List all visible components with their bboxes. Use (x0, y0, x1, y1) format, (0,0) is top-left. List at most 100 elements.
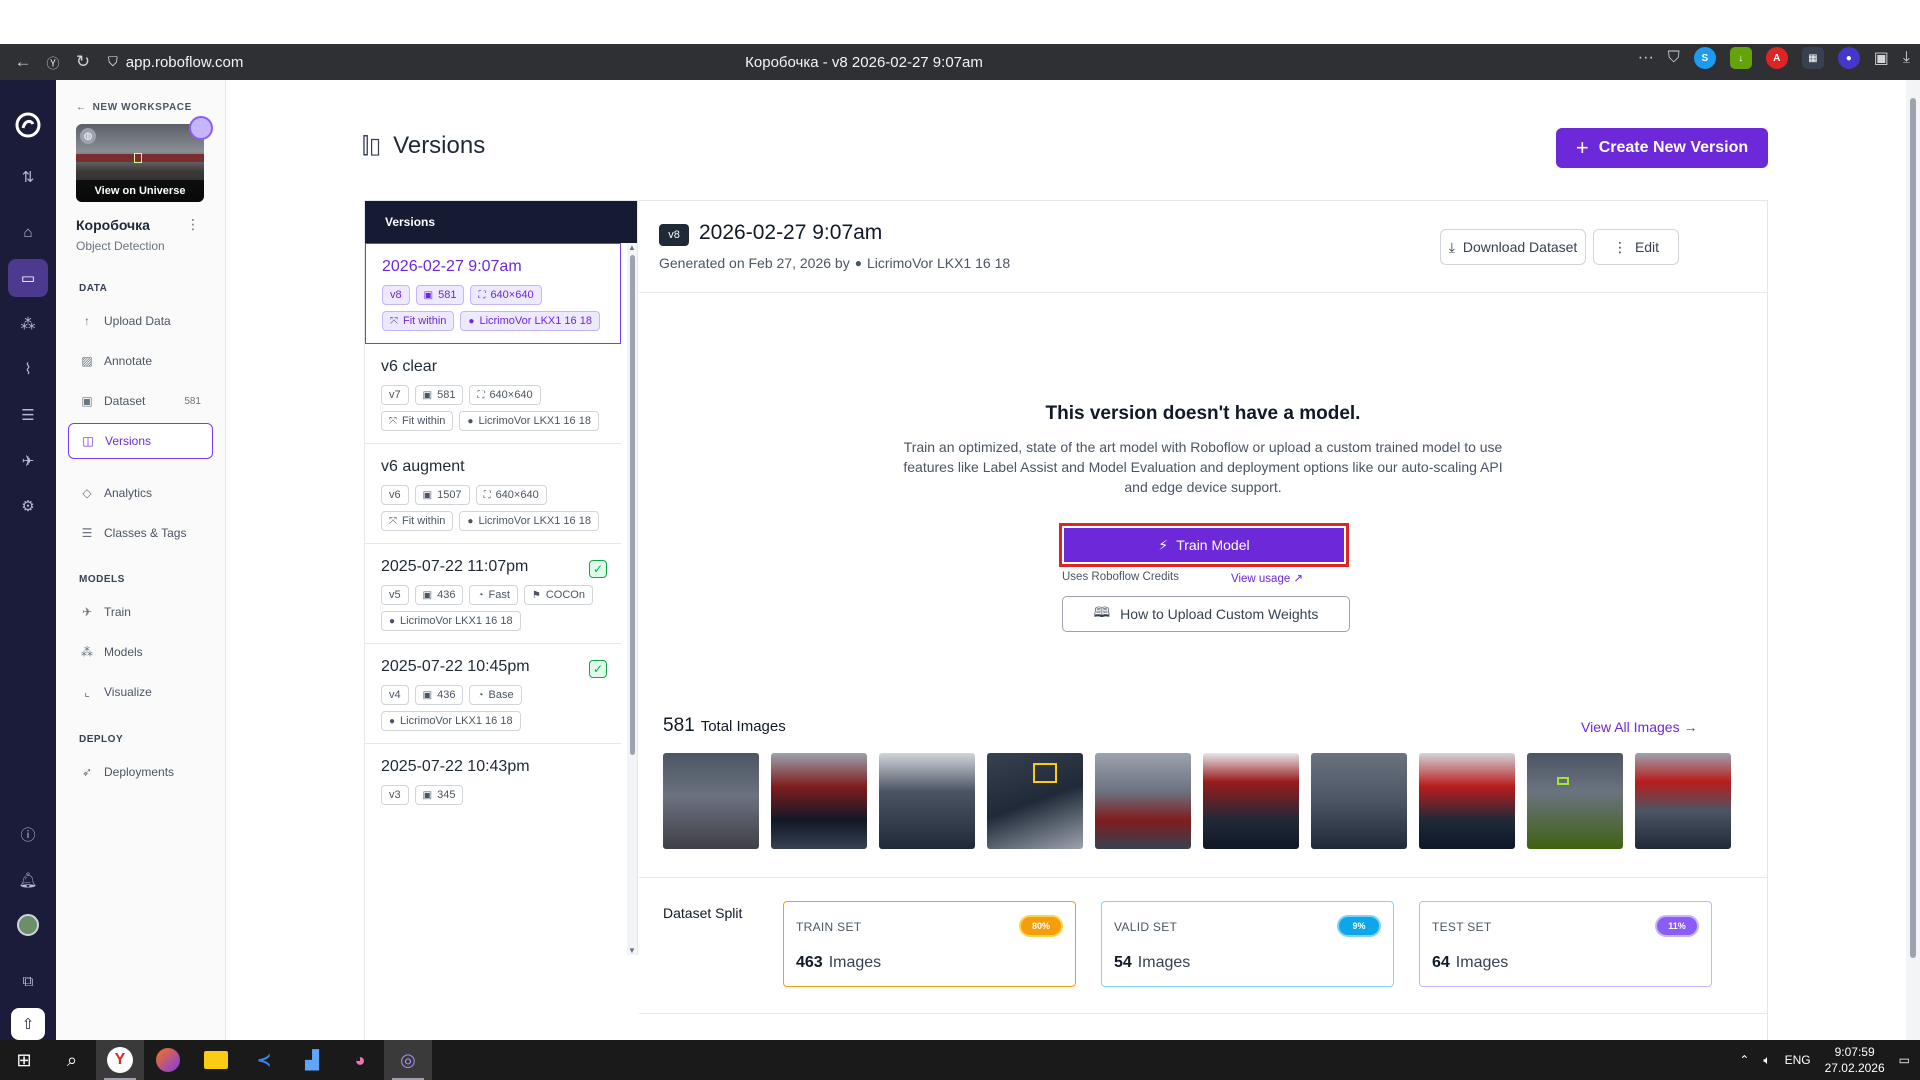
section-data: DATA (79, 283, 108, 294)
yandex-icon[interactable]: Ⓨ (38, 47, 68, 77)
extension-icon-2[interactable]: ● (1837, 47, 1860, 69)
tray-chevron-icon[interactable]: ⌃ (1739, 1053, 1749, 1067)
image-thumbnail[interactable] (1635, 753, 1731, 849)
docs-icon[interactable]: ⧉ (8, 962, 48, 1000)
user-avatar[interactable] (8, 907, 48, 945)
image-thumbnail[interactable] (879, 753, 975, 849)
windows-start-icon[interactable]: ⊞ (0, 1040, 48, 1080)
image-thumbnail[interactable] (1419, 753, 1515, 849)
scroll-down-icon[interactable]: ▼ (628, 946, 636, 955)
site-info-icon[interactable]: ⛉ (108, 54, 118, 70)
version-name: v6 clear (381, 358, 438, 375)
sidebar-item-dataset[interactable]: ▣ Dataset 581 (68, 383, 213, 419)
language-indicator[interactable]: ENG (1785, 1053, 1811, 1067)
download-extension-icon[interactable]: ↓ (1729, 47, 1752, 69)
scrollbar-thumb[interactable] (630, 255, 635, 755)
version-card-v7[interactable]: v6 clear v7 ▣ 581 ⛶ 640×640 ⤧ Fit within ● L… (365, 344, 621, 444)
image-thumbnail[interactable] (1311, 753, 1407, 849)
project-sidebar: ← NEW WORKSPACE ◍ View on Universe Короб… (56, 80, 226, 1040)
project-thumbnail[interactable]: ◍ View on Universe (76, 124, 204, 202)
sidebar-item-models[interactable]: ⁂ Models (68, 634, 213, 670)
globe-icon: ◍ (80, 128, 96, 144)
sidebar-item-visualize[interactable]: ⌞ Visualize (68, 674, 213, 710)
sidebar-item-versions[interactable]: ◫ Versions (68, 423, 213, 459)
version-name: v6 augment (381, 458, 465, 475)
app-icon[interactable]: ◎ (384, 1040, 432, 1080)
sidebar-item-classes-tags[interactable]: ☰ Classes & Tags (68, 515, 213, 551)
resize-icon: ⛶ (477, 389, 485, 401)
sidebar-item-upload-data[interactable]: ↑ Upload Data (68, 303, 213, 339)
abp-extension-icon[interactable]: A (1765, 47, 1788, 69)
extension-icon[interactable]: ▦ (1801, 47, 1824, 69)
train-model-button[interactable]: ⚡︎ Train Model (1064, 528, 1344, 562)
image-thumbnail[interactable] (987, 753, 1083, 849)
version-card-v6[interactable]: v6 augment v6 ▣ 1507 ⛶ 640×640 ⤧ Fit within… (365, 444, 621, 544)
home-icon[interactable]: ⌂ (8, 213, 48, 251)
bookmark-icon[interactable]: ⛉ (1668, 49, 1680, 67)
monitoring-icon[interactable]: ⌇ (8, 350, 48, 388)
help-icon[interactable]: ⓘ (8, 815, 48, 853)
notifications-icon[interactable]: 🔔︎ (8, 861, 48, 899)
view-usage-link[interactable]: View usage ↗ (1231, 571, 1303, 585)
test-set-card: TEST SET 11% 64 Images (1419, 901, 1712, 987)
switch-icon[interactable]: ⇅ (8, 158, 48, 196)
download-dataset-button[interactable]: ⤓ Download Dataset (1440, 229, 1586, 265)
sidebar-item-train[interactable]: ✈ Train (68, 594, 213, 630)
more-icon[interactable]: ··· (1638, 49, 1654, 67)
image-thumbnail[interactable] (771, 753, 867, 849)
back-arrow-icon[interactable]: ← (8, 47, 38, 77)
notifications-tray-icon[interactable]: ▭ (1899, 1053, 1910, 1067)
version-card-v3[interactable]: 2025-07-22 10:43pm v3 ▣ 345 (365, 744, 621, 817)
deployments-rail-icon[interactable]: ☰ (8, 396, 48, 434)
version-card-v5[interactable]: 2025-07-22 11:07pm ✓ v5 ▣ 436 ◔ Fast ⚑ COCO… (365, 544, 621, 644)
vscode-icon[interactable]: ≺ (240, 1040, 288, 1080)
roboflow-logo-icon[interactable] (8, 106, 48, 144)
sidebar-item-deployments[interactable]: ➶ Deployments (68, 754, 213, 790)
version-card-v4[interactable]: 2025-07-22 10:45pm ✓ v4 ▣ 436 ◔ Base ● Licr… (365, 644, 621, 744)
clock[interactable]: 9:07:59 27.02.2026 (1825, 1044, 1885, 1076)
file-explorer-icon[interactable] (192, 1040, 240, 1080)
images-chip: ▣ 581 (415, 285, 465, 305)
scroll-up-icon[interactable]: ▲ (628, 243, 636, 252)
image-thumbnail[interactable] (1095, 753, 1191, 849)
sidebar-item-analytics[interactable]: ◇ Analytics (68, 475, 213, 511)
sidebar-item-annotate[interactable]: ▨ Annotate (68, 343, 213, 379)
view-all-images-link[interactable]: View All Images → (1581, 719, 1697, 735)
upload-rail-icon[interactable]: ⇧ (11, 1007, 45, 1040)
back-to-workspace-link[interactable]: ← NEW WORKSPACE (76, 102, 192, 113)
firefox-icon[interactable] (144, 1040, 192, 1080)
projects-icon[interactable]: ▭ (8, 259, 48, 297)
charts-app-icon[interactable]: ▟ (288, 1040, 336, 1080)
version-list-scrollbar[interactable]: ▲ ▼ (627, 243, 637, 955)
page-scrollbar-thumb[interactable] (1910, 98, 1916, 958)
image-thumbnail[interactable] (1203, 753, 1299, 849)
create-new-version-button[interactable]: + Create New Version (1556, 128, 1768, 168)
reload-icon[interactable]: ↻ (68, 47, 98, 77)
workflows-icon[interactable]: ⁂ (8, 305, 48, 343)
volume-icon[interactable]: 🔈︎ (1763, 1053, 1770, 1068)
speed-icon: ◔ (477, 589, 484, 601)
shazam-extension-icon[interactable]: S (1693, 47, 1716, 69)
palette-app-icon[interactable]: ◕ (336, 1040, 384, 1080)
edit-button[interactable]: ⋮ Edit (1593, 229, 1679, 265)
kebab-menu-icon[interactable]: ⋮ (186, 216, 200, 233)
lightning-icon: ⚡︎ (1158, 536, 1169, 553)
search-icon[interactable]: ⌕ (48, 1040, 96, 1080)
image-thumbnail[interactable] (663, 753, 759, 849)
image-icon: ▣ (422, 489, 433, 501)
view-on-universe-label[interactable]: View on Universe (76, 180, 204, 202)
downloads-icon[interactable]: ⤓ (1903, 49, 1910, 67)
upload-custom-weights-button[interactable]: 🕮︎ How to Upload Custom Weights (1062, 596, 1350, 632)
format-chip: ⚑ COCOn (523, 585, 593, 605)
settings-icon[interactable]: ⚙ (8, 488, 48, 526)
status-dot-icon (189, 116, 213, 140)
page-scrollbar[interactable] (1906, 80, 1920, 1040)
universe-icon[interactable]: ✈ (8, 442, 48, 480)
image-icon: ▣ (422, 789, 433, 801)
image-thumbnail[interactable] (1527, 753, 1623, 849)
train-type-chip: ◔ Base (469, 685, 522, 705)
version-card-v8[interactable]: 2026-02-27 9:07am v8 ▣ 581 ⛶ 640×640 ⤧ Fit … (365, 243, 621, 344)
collections-icon[interactable]: ▣ (1874, 48, 1889, 68)
address-bar[interactable]: ⛉ app.roboflow.com (108, 54, 243, 71)
yandex-browser-icon[interactable]: Y (96, 1040, 144, 1080)
